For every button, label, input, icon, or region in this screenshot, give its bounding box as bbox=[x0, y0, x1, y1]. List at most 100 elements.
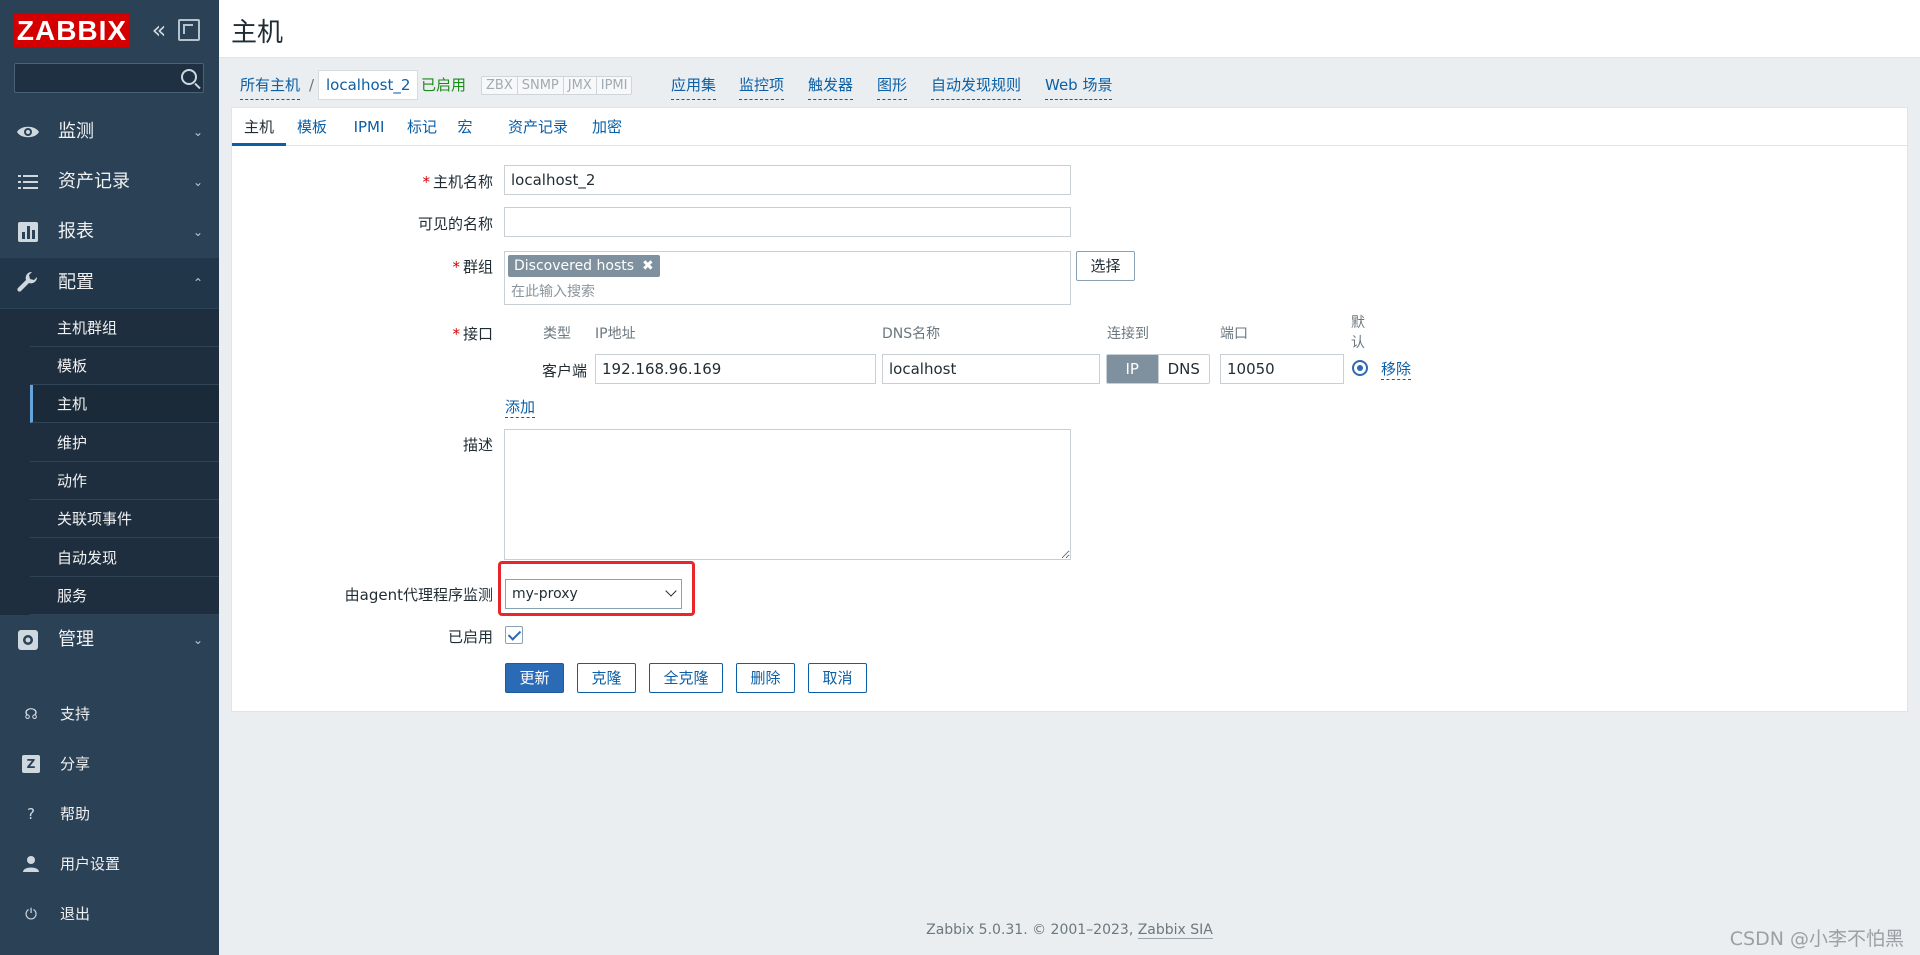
nav-configuration[interactable]: 配置 ⌃ bbox=[0, 258, 219, 308]
iface-type-agent: 客户端 bbox=[542, 362, 588, 380]
nav-support-label: 支持 bbox=[60, 705, 91, 723]
collapse-sidebar-icon[interactable]: « bbox=[147, 18, 171, 42]
footer-version: Zabbix 5.0.31. © 2001–2023, bbox=[926, 922, 1138, 938]
jmx-badge: JMX bbox=[564, 77, 597, 94]
nav-share-label: 分享 bbox=[60, 755, 91, 773]
iface-ip-input[interactable] bbox=[595, 354, 876, 384]
link-web-scenarios[interactable]: Web 场景 bbox=[1045, 70, 1113, 100]
nav-administration[interactable]: 管理 ⌄ bbox=[0, 615, 219, 665]
nav-administration-label: 管理 bbox=[58, 629, 94, 650]
zabbix-logo[interactable]: ZABBIX bbox=[14, 14, 130, 47]
power-icon: ⏻ bbox=[25, 905, 37, 923]
nav-inventory[interactable]: 资产记录 ⌄ bbox=[0, 157, 219, 207]
submenu-maintenance[interactable]: 维护 bbox=[30, 424, 219, 462]
link-graphs[interactable]: 图形 bbox=[877, 70, 908, 100]
snmp-badge: SNMP bbox=[518, 77, 564, 94]
tab-inventory[interactable]: 资产记录 bbox=[505, 108, 571, 146]
connect-dns-option[interactable]: DNS bbox=[1157, 355, 1209, 383]
ipmi-badge: IPMI bbox=[600, 78, 628, 93]
nav-support[interactable]: ☊ 支持 bbox=[0, 694, 219, 734]
default-interface-radio[interactable] bbox=[1352, 360, 1368, 376]
availability-badges: ZBX SNMP JMX IPMI bbox=[481, 76, 633, 95]
nav-sign-out-label: 退出 bbox=[60, 905, 91, 923]
iface-connect-header: 连接到 bbox=[1107, 326, 1149, 342]
nav-user-settings-label: 用户设置 bbox=[60, 855, 121, 873]
footer: Zabbix 5.0.31. © 2001–2023, Zabbix SIA bbox=[219, 922, 1920, 939]
submenu-discovery[interactable]: 自动发现 bbox=[30, 539, 219, 577]
link-triggers[interactable]: 触发器 bbox=[808, 70, 854, 100]
chevron-down-icon: ⌄ bbox=[192, 633, 203, 647]
select-groups-button[interactable]: 选择 bbox=[1076, 251, 1135, 281]
nav-reports[interactable]: 报表 ⌄ bbox=[0, 207, 219, 257]
nav-configuration-label: 配置 bbox=[58, 272, 94, 293]
nav-help[interactable]: ? 帮助 bbox=[0, 794, 219, 834]
submenu-actions[interactable]: 动作 bbox=[30, 462, 219, 500]
full-clone-button[interactable]: 全克隆 bbox=[649, 663, 723, 693]
sidebar: ZABBIX « 监测 ⌄ 资产记录 ⌄ 报表 ⌄ 配置 ⌃ 主机群组 模板 主… bbox=[0, 0, 219, 955]
remove-chip-icon[interactable]: ✖ bbox=[642, 258, 654, 274]
tab-host[interactable]: 主机 bbox=[232, 108, 286, 146]
update-button[interactable]: 更新 bbox=[505, 663, 564, 693]
page-title: 主机 bbox=[231, 18, 284, 48]
tab-macros[interactable]: 宏 bbox=[456, 108, 474, 146]
host-form-panel: 主机 模板 IPMI 标记 宏 资产记录 加密 bbox=[231, 107, 1908, 712]
tab-ipmi[interactable]: IPMI bbox=[350, 108, 388, 146]
link-discovery-rules[interactable]: 自动发现规则 bbox=[931, 70, 1022, 100]
submenu-templates[interactable]: 模板 bbox=[30, 347, 219, 385]
submenu-hosts[interactable]: 主机 bbox=[30, 385, 219, 423]
link-items[interactable]: 监控项 bbox=[739, 70, 785, 100]
iface-dns-header: DNS名称 bbox=[882, 326, 941, 342]
page-header: 主机 bbox=[219, 0, 1920, 58]
enabled-checkbox[interactable] bbox=[505, 626, 523, 644]
proxy-label: 由agent代理程序监测 bbox=[344, 586, 493, 604]
tab-tags[interactable]: 标记 bbox=[404, 108, 440, 146]
cancel-button[interactable]: 取消 bbox=[808, 663, 867, 693]
chevron-down-icon: ⌄ bbox=[192, 125, 203, 139]
breadcrumb-all-hosts[interactable]: 所有主机 bbox=[240, 70, 301, 100]
proxy-select[interactable]: my-proxy bbox=[505, 579, 682, 609]
tab-templates[interactable]: 模板 bbox=[292, 108, 332, 146]
iface-port-input[interactable] bbox=[1220, 354, 1344, 384]
visible-name-input[interactable] bbox=[504, 207, 1071, 237]
sidebar-search bbox=[14, 63, 204, 93]
chart-icon bbox=[18, 222, 38, 242]
search-icon[interactable] bbox=[181, 69, 197, 85]
submenu-host-groups[interactable]: 主机群组 bbox=[30, 309, 219, 347]
host-name-input[interactable] bbox=[504, 165, 1071, 195]
submenu-services[interactable]: 服务 bbox=[30, 577, 219, 615]
list-icon bbox=[18, 175, 38, 189]
interfaces-label: * 接口 bbox=[452, 325, 493, 343]
delete-button[interactable]: 删除 bbox=[736, 663, 795, 693]
iface-type-header: 类型 bbox=[543, 326, 571, 342]
headset-icon: ☊ bbox=[24, 705, 38, 723]
nav-share[interactable]: Z 分享 bbox=[0, 744, 219, 784]
groups-multiselect[interactable]: Discovered hosts ✖ 在此输入搜索 bbox=[504, 251, 1071, 305]
breadcrumb-current-host[interactable]: localhost_2 bbox=[318, 70, 419, 100]
add-interface-link[interactable]: 添加 bbox=[505, 396, 536, 418]
nav-reports-label: 报表 bbox=[58, 221, 94, 242]
kiosk-mode-icon[interactable] bbox=[178, 19, 200, 41]
visible-name-label: 可见的名称 bbox=[417, 215, 493, 233]
nav-sign-out[interactable]: ⏻ 退出 bbox=[0, 894, 219, 934]
chevron-down-icon: ⌄ bbox=[192, 225, 203, 239]
eye-icon bbox=[17, 126, 39, 138]
groups-search-placeholder[interactable]: 在此输入搜索 bbox=[511, 281, 595, 301]
nav-user-settings[interactable]: 用户设置 bbox=[0, 844, 219, 884]
connect-ip-option[interactable]: IP bbox=[1107, 355, 1158, 383]
share-icon: Z bbox=[22, 755, 40, 773]
nav-monitoring[interactable]: 监测 ⌄ bbox=[0, 107, 219, 157]
nav-help-label: 帮助 bbox=[60, 805, 91, 823]
proxy-select-value: my-proxy bbox=[512, 586, 578, 602]
clone-button[interactable]: 克隆 bbox=[577, 663, 636, 693]
tab-encryption[interactable]: 加密 bbox=[589, 108, 625, 146]
remove-interface-link[interactable]: 移除 bbox=[1381, 358, 1412, 380]
iface-ip-header: IP地址 bbox=[595, 326, 636, 342]
description-textarea[interactable] bbox=[504, 429, 1071, 560]
link-applications[interactable]: 应用集 bbox=[671, 70, 717, 100]
iface-dns-input[interactable] bbox=[882, 354, 1100, 384]
search-input[interactable] bbox=[15, 64, 165, 92]
footer-company-link[interactable]: Zabbix SIA bbox=[1137, 922, 1213, 939]
submenu-event-correlation[interactable]: 关联项事件 bbox=[30, 500, 219, 538]
config-submenu: 主机群组 模板 主机 维护 动作 关联项事件 自动发现 服务 bbox=[0, 309, 219, 615]
host-status-enabled[interactable]: 已启用 bbox=[421, 70, 466, 100]
